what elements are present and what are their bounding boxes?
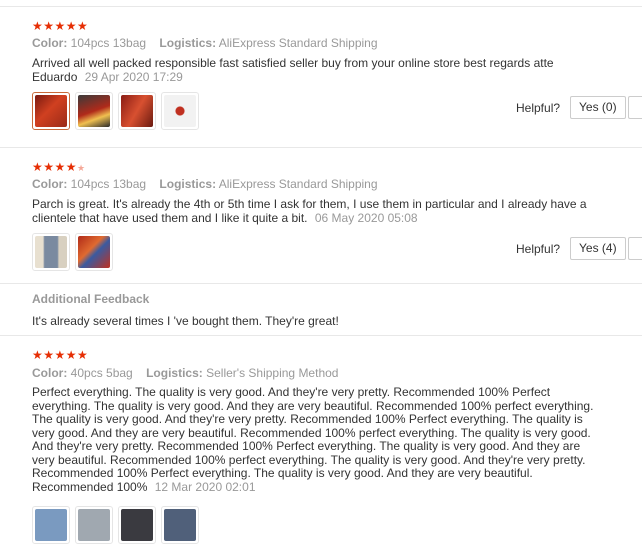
review-3-date: 12 Mar 2020 02:01 xyxy=(154,479,256,494)
logistics-label: Logistics: xyxy=(159,36,217,50)
review-2-photos xyxy=(32,233,113,271)
review-photo-thumbnail[interactable] xyxy=(118,506,156,544)
review-1-helpful-no-button[interactable] xyxy=(628,96,642,119)
review-photo-thumbnail[interactable] xyxy=(161,92,199,130)
review-photo-thumbnail[interactable] xyxy=(75,92,113,130)
review-1-meta: Color: 104pcs 13bag Logistics: AliExpres… xyxy=(32,36,388,51)
color-label: Color: xyxy=(32,366,68,380)
review-2-date: 06 May 2020 05:08 xyxy=(314,210,418,225)
review-1-color-value: 104pcs 13bag xyxy=(70,36,147,50)
review-2-helpful-no-button[interactable] xyxy=(628,237,642,260)
review-photo-thumbnail[interactable] xyxy=(161,506,199,544)
review-2-logistics-value: AliExpress Standard Shipping xyxy=(218,177,378,191)
review-photo-thumbnail[interactable] xyxy=(32,506,70,544)
review-divider xyxy=(0,147,642,148)
review-3-photos xyxy=(32,506,199,544)
review-2-text: Parch is great. It's already the 4th or … xyxy=(32,197,587,225)
feedback-divider xyxy=(0,283,642,284)
review-1-text-block: Arrived all well packed responsible fast… xyxy=(32,56,592,84)
review-3-text-block: Perfect everything. The quality is very … xyxy=(32,385,602,494)
review-3-text: Perfect everything. The quality is very … xyxy=(32,385,594,494)
review-1-helpful-yes-button[interactable]: Yes (0) xyxy=(570,96,626,119)
review-photo-thumbnail[interactable] xyxy=(32,233,70,271)
review-photo-thumbnail[interactable] xyxy=(32,92,70,130)
review-1-helpful-label: Helpful? xyxy=(516,101,561,115)
review-divider xyxy=(0,335,642,336)
review-photo-thumbnail[interactable] xyxy=(75,506,113,544)
additional-feedback-title: Additional Feedback xyxy=(32,292,150,306)
review-2-meta: Color: 104pcs 13bag Logistics: AliExpres… xyxy=(32,177,388,192)
color-label: Color: xyxy=(32,177,68,191)
review-1-photos xyxy=(32,92,199,130)
review-3-rating: ★★★★★ xyxy=(32,348,89,362)
review-3-logistics-value: Seller's Shipping Method xyxy=(206,366,339,380)
review-1-rating: ★★★★★ xyxy=(32,19,89,33)
review-1-date: 29 Apr 2020 17:29 xyxy=(84,69,183,84)
review-2-rating: ★★★★★ xyxy=(32,160,86,174)
color-label: Color: xyxy=(32,36,68,50)
review-3-color-value: 40pcs 5bag xyxy=(70,366,133,380)
logistics-label: Logistics: xyxy=(159,177,217,191)
review-divider xyxy=(0,6,642,7)
review-photo-thumbnail[interactable] xyxy=(118,92,156,130)
logistics-label: Logistics: xyxy=(146,366,203,380)
review-2-text-block: Parch is great. It's already the 4th or … xyxy=(32,197,612,225)
review-3-meta: Color: 40pcs 5bag Logistics: Seller's Sh… xyxy=(32,366,348,381)
review-1-logistics-value: AliExpress Standard Shipping xyxy=(218,36,378,50)
review-2-helpful-label: Helpful? xyxy=(516,242,561,256)
review-photo-thumbnail[interactable] xyxy=(75,233,113,271)
review-2-color-value: 104pcs 13bag xyxy=(70,177,147,191)
additional-feedback-text: It's already several times I 've bought … xyxy=(32,314,339,328)
review-2-helpful-yes-button[interactable]: Yes (4) xyxy=(570,237,626,260)
